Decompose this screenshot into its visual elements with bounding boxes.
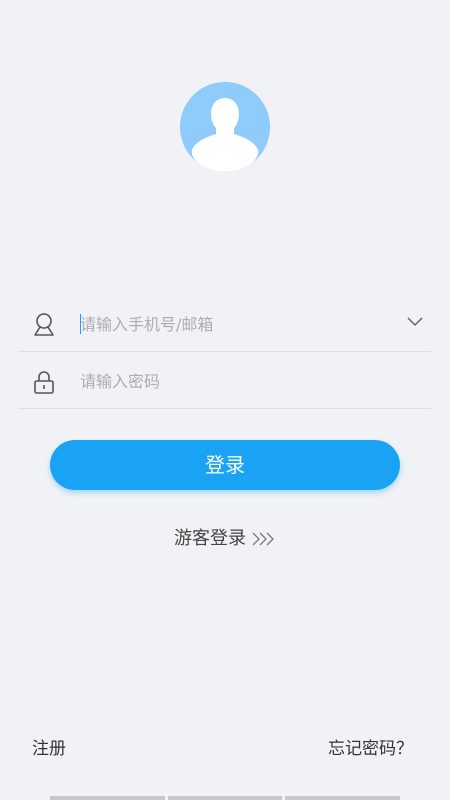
double-chevron-right-icon: [252, 532, 274, 546]
account-input[interactable]: [80, 310, 380, 338]
avatar-icon: [180, 82, 270, 172]
bottom-indicator: [50, 796, 401, 800]
password-input[interactable]: [80, 367, 380, 395]
login-button[interactable]: 登录: [50, 440, 400, 490]
guest-login-link[interactable]: 游客登录: [0, 524, 450, 550]
register-link[interactable]: 注册: [32, 734, 66, 759]
text-caret: [80, 314, 81, 334]
forgot-password-link[interactable]: 忘记密码？: [328, 734, 413, 759]
account-field[interactable]: [18, 296, 431, 352]
chevron-down-icon[interactable]: [407, 316, 423, 328]
password-field[interactable]: [18, 353, 431, 409]
lock-icon: [34, 371, 54, 394]
guest-login-label: 游客登录: [174, 528, 246, 549]
user-icon: [34, 313, 54, 336]
